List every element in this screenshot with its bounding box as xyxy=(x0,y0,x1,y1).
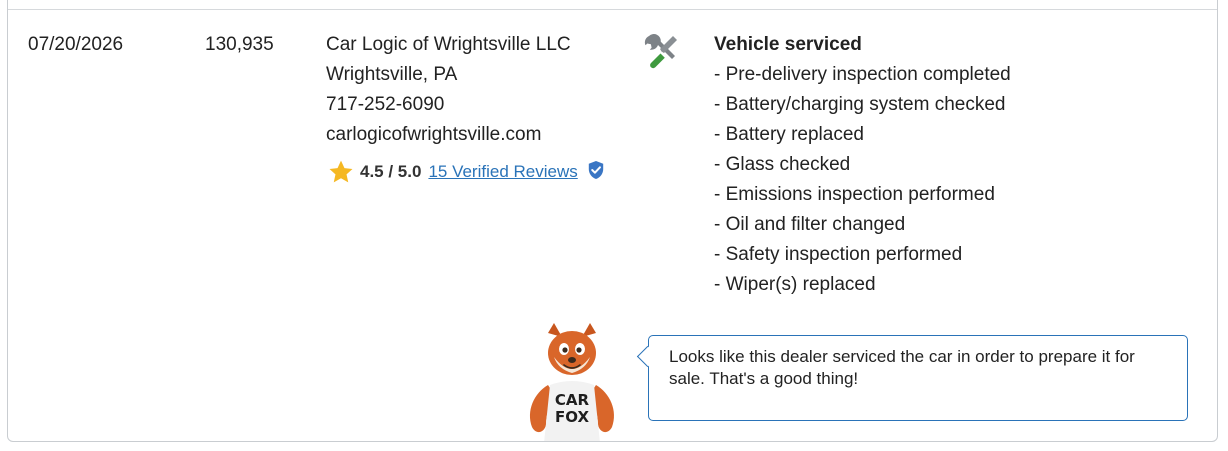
carfox-tip-bubble: Looks like this dealer serviced the car … xyxy=(636,335,1188,421)
shirt-text-car: CAR xyxy=(555,391,590,409)
verified-reviews-link[interactable]: 15 Verified Reviews xyxy=(428,162,577,182)
divider xyxy=(8,9,1217,10)
list-item: - Battery replaced xyxy=(714,124,864,145)
star-icon xyxy=(329,160,353,183)
service-comments: Vehicle serviced - Pre-delivery inspecti… xyxy=(714,30,1011,300)
comments-heading: Vehicle serviced xyxy=(714,34,862,55)
list-item: - Oil and filter changed xyxy=(714,214,906,235)
verified-shield-icon xyxy=(588,161,603,179)
list-item: - Emissions inspection performed xyxy=(714,184,995,205)
dealer-phone: 717-252-6090 xyxy=(326,94,445,115)
rating-score: 4.5 / 5.0 xyxy=(360,162,422,181)
list-item: - Wiper(s) replaced xyxy=(714,274,876,295)
wrench-screwdriver-icon xyxy=(644,34,677,69)
source-info: Car Logic of Wrightsville LLC Wrightsvil… xyxy=(326,30,571,150)
shirt-text-fox: FOX xyxy=(555,408,589,426)
odometer-reading: 130,935 xyxy=(205,34,274,55)
list-item: - Glass checked xyxy=(714,154,851,175)
dealer-name: Car Logic of Wrightsville LLC xyxy=(326,34,571,55)
list-item: - Safety inspection performed xyxy=(714,244,963,265)
carfox-mascot: CAR FOX xyxy=(529,323,615,441)
carfox-tip-text: Looks like this dealer serviced the car … xyxy=(669,347,1135,388)
dealer-rating: 4.5 / 5.0 15 Verified Reviews xyxy=(328,159,605,185)
dealer-website: carlogicofwrightsville.com xyxy=(326,124,542,145)
list-item: - Battery/charging system checked xyxy=(714,94,1006,115)
list-item: - Pre-delivery inspection completed xyxy=(714,64,1011,85)
service-items-list: - Pre-delivery inspection completed - Ba… xyxy=(714,60,1011,300)
record-date: 07/20/2026 xyxy=(28,34,124,55)
bubble-tail xyxy=(636,345,659,368)
dealer-location: Wrightsville, PA xyxy=(326,64,458,85)
service-record-card: 07/20/2026 130,935 Car Logic of Wrightsv… xyxy=(7,0,1218,442)
